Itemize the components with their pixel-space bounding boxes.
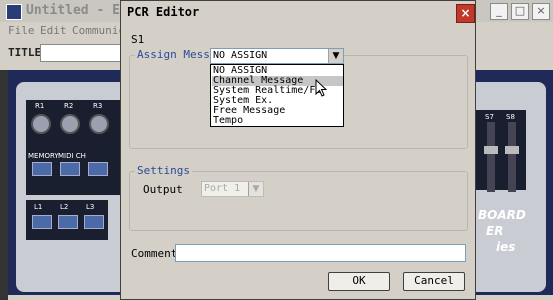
- knob-r2[interactable]: [60, 114, 80, 134]
- app-icon: [6, 4, 22, 20]
- chevron-down-icon[interactable]: ▼: [328, 49, 343, 63]
- settings-group: [129, 171, 468, 231]
- pad-label-memory: MEMORY: [28, 152, 59, 160]
- fader-s8[interactable]: [508, 122, 516, 192]
- maximize-icon[interactable]: □: [511, 3, 529, 20]
- mouse-cursor-icon: [315, 79, 328, 97]
- comment-field[interactable]: [175, 244, 466, 262]
- cancel-button[interactable]: Cancel: [403, 272, 465, 291]
- pad-label-l3: L3: [86, 203, 95, 211]
- knob-r3[interactable]: [89, 114, 109, 134]
- title-label: TITLE: [8, 46, 42, 59]
- fader-s7[interactable]: [487, 122, 495, 192]
- title-field[interactable]: [40, 44, 132, 62]
- pad-midi-ch[interactable]: [60, 162, 80, 176]
- left-edge-strip: [0, 70, 8, 300]
- ok-button[interactable]: OK: [328, 272, 390, 291]
- pcr-editor-dialog: PCR Editor × S1 Assign Message NO ASSIGN…: [120, 0, 476, 300]
- option-tempo[interactable]: Tempo: [212, 116, 343, 126]
- close-icon[interactable]: ×: [456, 4, 475, 23]
- slider-label-s7: S7: [485, 113, 494, 121]
- knob-r1[interactable]: [31, 114, 51, 134]
- pad-memory[interactable]: [32, 162, 52, 176]
- knob-label-r1: R1: [35, 102, 45, 110]
- fader-cap-s7[interactable]: [484, 146, 498, 154]
- assign-message-value: NO ASSIGN: [213, 50, 268, 61]
- section-label: S1: [131, 33, 145, 46]
- assign-message-select[interactable]: NO ASSIGN ▼: [210, 48, 344, 64]
- logo-line-2: ER: [486, 224, 504, 238]
- pad-label-l1: L1: [34, 203, 43, 211]
- slider-label-s8: S8: [506, 113, 515, 121]
- pad-l3[interactable]: [84, 215, 104, 229]
- menu-edit[interactable]: Edit: [40, 24, 67, 37]
- pad-label-midi-ch: MIDI CH: [58, 152, 86, 160]
- dialog-titlebar[interactable]: PCR Editor ×: [121, 1, 475, 25]
- menu-file[interactable]: File: [8, 24, 35, 37]
- output-select[interactable]: Port 1 ▼: [201, 181, 264, 197]
- knob-label-r3: R3: [93, 102, 103, 110]
- minimize-icon[interactable]: _: [490, 3, 508, 20]
- fader-cap-s8[interactable]: [505, 146, 519, 154]
- dialog-title: PCR Editor: [127, 5, 200, 19]
- chevron-down-icon[interactable]: ▼: [248, 182, 263, 196]
- knob-area: R1 R2 R3 MEMORY MIDI CH: [26, 100, 126, 195]
- comment-label: Comment: [131, 247, 178, 260]
- logo-line-1: BOARD: [478, 208, 526, 222]
- close-icon[interactable]: ×: [532, 3, 550, 20]
- slider-area: S7 S8: [476, 110, 526, 192]
- lower-pad-area: L1 L2 L3: [26, 200, 108, 240]
- settings-legend: Settings: [135, 164, 192, 177]
- output-label: Output: [143, 183, 183, 196]
- knob-label-r2: R2: [64, 102, 74, 110]
- pad-l2[interactable]: [58, 215, 78, 229]
- pad-l1[interactable]: [32, 215, 52, 229]
- pad-program-change[interactable]: [88, 162, 108, 176]
- pad-label-l2: L2: [60, 203, 69, 211]
- logo-line-3: ies: [496, 240, 516, 254]
- output-value: Port 1: [204, 183, 241, 194]
